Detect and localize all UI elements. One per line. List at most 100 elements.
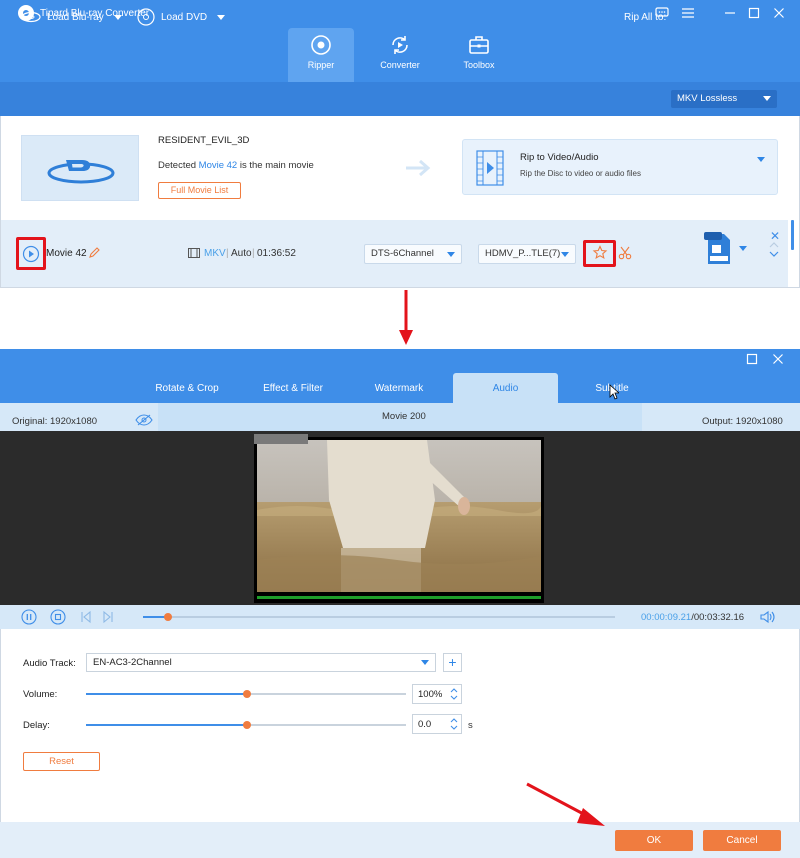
rip-all-format-select[interactable]: MKV Lossless [671,90,777,108]
volume-slider-fill [86,693,246,695]
video-overlay-label [254,434,308,444]
movie-name: Movie 42 [46,248,87,259]
output-format-file-icon[interactable] [703,230,735,266]
cancel-button[interactable]: Cancel [703,830,781,851]
move-up-icon[interactable] [769,242,779,248]
tab-rotate-crop[interactable]: Rotate & Crop [144,373,230,403]
meta-separator: | [226,248,229,259]
full-movie-list-button[interactable]: Full Movie List [158,182,241,199]
tab-ripper-label: Ripper [307,60,335,70]
audio-track-dropdown-value: DTS-6Channel [371,248,434,259]
dvd-disc-icon [137,8,155,26]
close-icon[interactable] [771,5,787,21]
minimize-icon[interactable] [722,5,738,21]
time-total: /00:03:32.16 [691,612,745,623]
scissors-icon[interactable] [618,246,632,260]
chevron-down-icon [217,14,226,20]
menu-icon[interactable] [680,5,696,21]
original-resolution: Original: 1920x1080 [12,416,98,427]
time-current: 00:00:09.21 [641,612,692,623]
tab-converter[interactable]: Converter [367,28,433,82]
tab-converter-label: Converter [380,60,420,70]
tab-toolbox[interactable]: Toolbox [446,28,512,82]
delay-value: 0.0 [418,719,432,730]
delay-spinbox[interactable]: 0.0 [412,714,462,734]
subtitle-dropdown[interactable]: HDMV_P...TLE(7) [478,244,576,264]
rip-card-title: Rip to Video/Audio [520,152,599,163]
tab-audio[interactable]: Audio [453,373,558,403]
seek-bar-handle[interactable] [164,613,172,621]
detected-movie-link[interactable]: Movie 42 [199,160,238,171]
disc-title: RESIDENT_EVIL_3D [158,135,250,146]
film-strip-icon [476,150,504,186]
maximize-icon[interactable] [744,351,760,367]
delay-slider-handle[interactable] [243,721,251,729]
spin-arrows-icon[interactable] [450,687,458,701]
close-icon[interactable] [770,351,786,367]
video-progress-strip [257,596,541,599]
audio-track-dropdown[interactable]: DTS-6Channel [364,244,462,264]
subtitle-dropdown-value: HDMV_P...TLE(7) [485,248,561,259]
chevron-down-icon [113,14,122,20]
movie-title: Movie 200 [382,411,426,422]
remove-item-icon[interactable]: ✕ [770,229,780,243]
video-format-icon [188,248,200,258]
stop-icon[interactable] [50,609,66,625]
rip-to-video-audio-card[interactable] [462,139,778,195]
converter-icon [389,34,411,56]
next-frame-icon[interactable] [100,609,116,625]
play-icon[interactable] [22,245,40,263]
chevron-down-icon [447,252,455,257]
rip-all-label: Rip All to: [624,11,667,23]
tab-ripper[interactable]: Ripper [288,28,354,82]
output-resolution: Output: 1920x1080 [702,416,783,427]
eye-hidden-icon[interactable] [135,414,153,426]
meta-separator: | [252,248,255,259]
bluray-logo-icon [47,160,115,184]
audio-track-label: Audio Track: [23,658,76,669]
chevron-down-icon [421,660,429,665]
detected-prefix: Detected [158,160,197,171]
movie-duration: 01:36:52 [257,248,296,259]
audio-track-select[interactable]: EN-AC3-2Channel [86,653,436,672]
chevron-down-icon [763,96,771,101]
edit-star-icon[interactable] [592,245,608,261]
toolbox-icon [468,34,490,56]
movie-format: MKV [204,248,226,259]
scrollbar[interactable] [791,220,794,250]
previous-frame-icon[interactable] [78,609,94,625]
audio-track-value: EN-AC3-2Channel [93,657,172,668]
chevron-down-icon[interactable] [739,246,747,251]
rip-card-subtitle: Rip the Disc to video or audio files [520,169,641,178]
tab-effect-filter[interactable]: Effect & Filter [252,373,334,403]
disc-thumbnail [21,135,139,201]
movie-mode: Auto [231,248,252,259]
delay-label: Delay: [23,720,50,731]
load-dvd-button[interactable]: Load DVD [137,8,226,26]
seek-bar[interactable] [143,616,615,618]
bluray-disc-icon [21,11,41,23]
mouse-cursor-icon [609,384,619,400]
move-down-icon[interactable] [769,251,779,257]
tab-toolbox-label: Toolbox [463,60,495,70]
load-bluray-button[interactable]: Load Blu-ray [21,9,122,25]
load-dvd-label: Load DVD [161,11,208,23]
chevron-down-icon[interactable] [757,157,765,162]
volume-value: 100% [418,689,443,700]
volume-slider-handle[interactable] [243,690,251,698]
add-audio-track-button[interactable]: + [443,653,462,672]
ok-button[interactable]: OK [615,830,693,851]
tab-watermark[interactable]: Watermark [358,373,440,403]
edit-name-icon[interactable] [88,247,100,259]
volume-icon[interactable] [760,610,776,624]
maximize-icon[interactable] [746,5,762,21]
ripper-icon [310,34,332,56]
time-display: 00:00:09.21/00:03:32.16 [641,612,744,623]
delay-slider-fill [86,724,246,726]
delay-unit: s [468,720,473,731]
pause-icon[interactable] [21,609,37,625]
volume-spinbox[interactable]: 100% [412,684,462,704]
spin-arrows-icon[interactable] [450,717,458,731]
reset-button[interactable]: Reset [23,752,100,771]
detected-main-movie: Detected Movie 42 is the main movie [158,160,314,171]
